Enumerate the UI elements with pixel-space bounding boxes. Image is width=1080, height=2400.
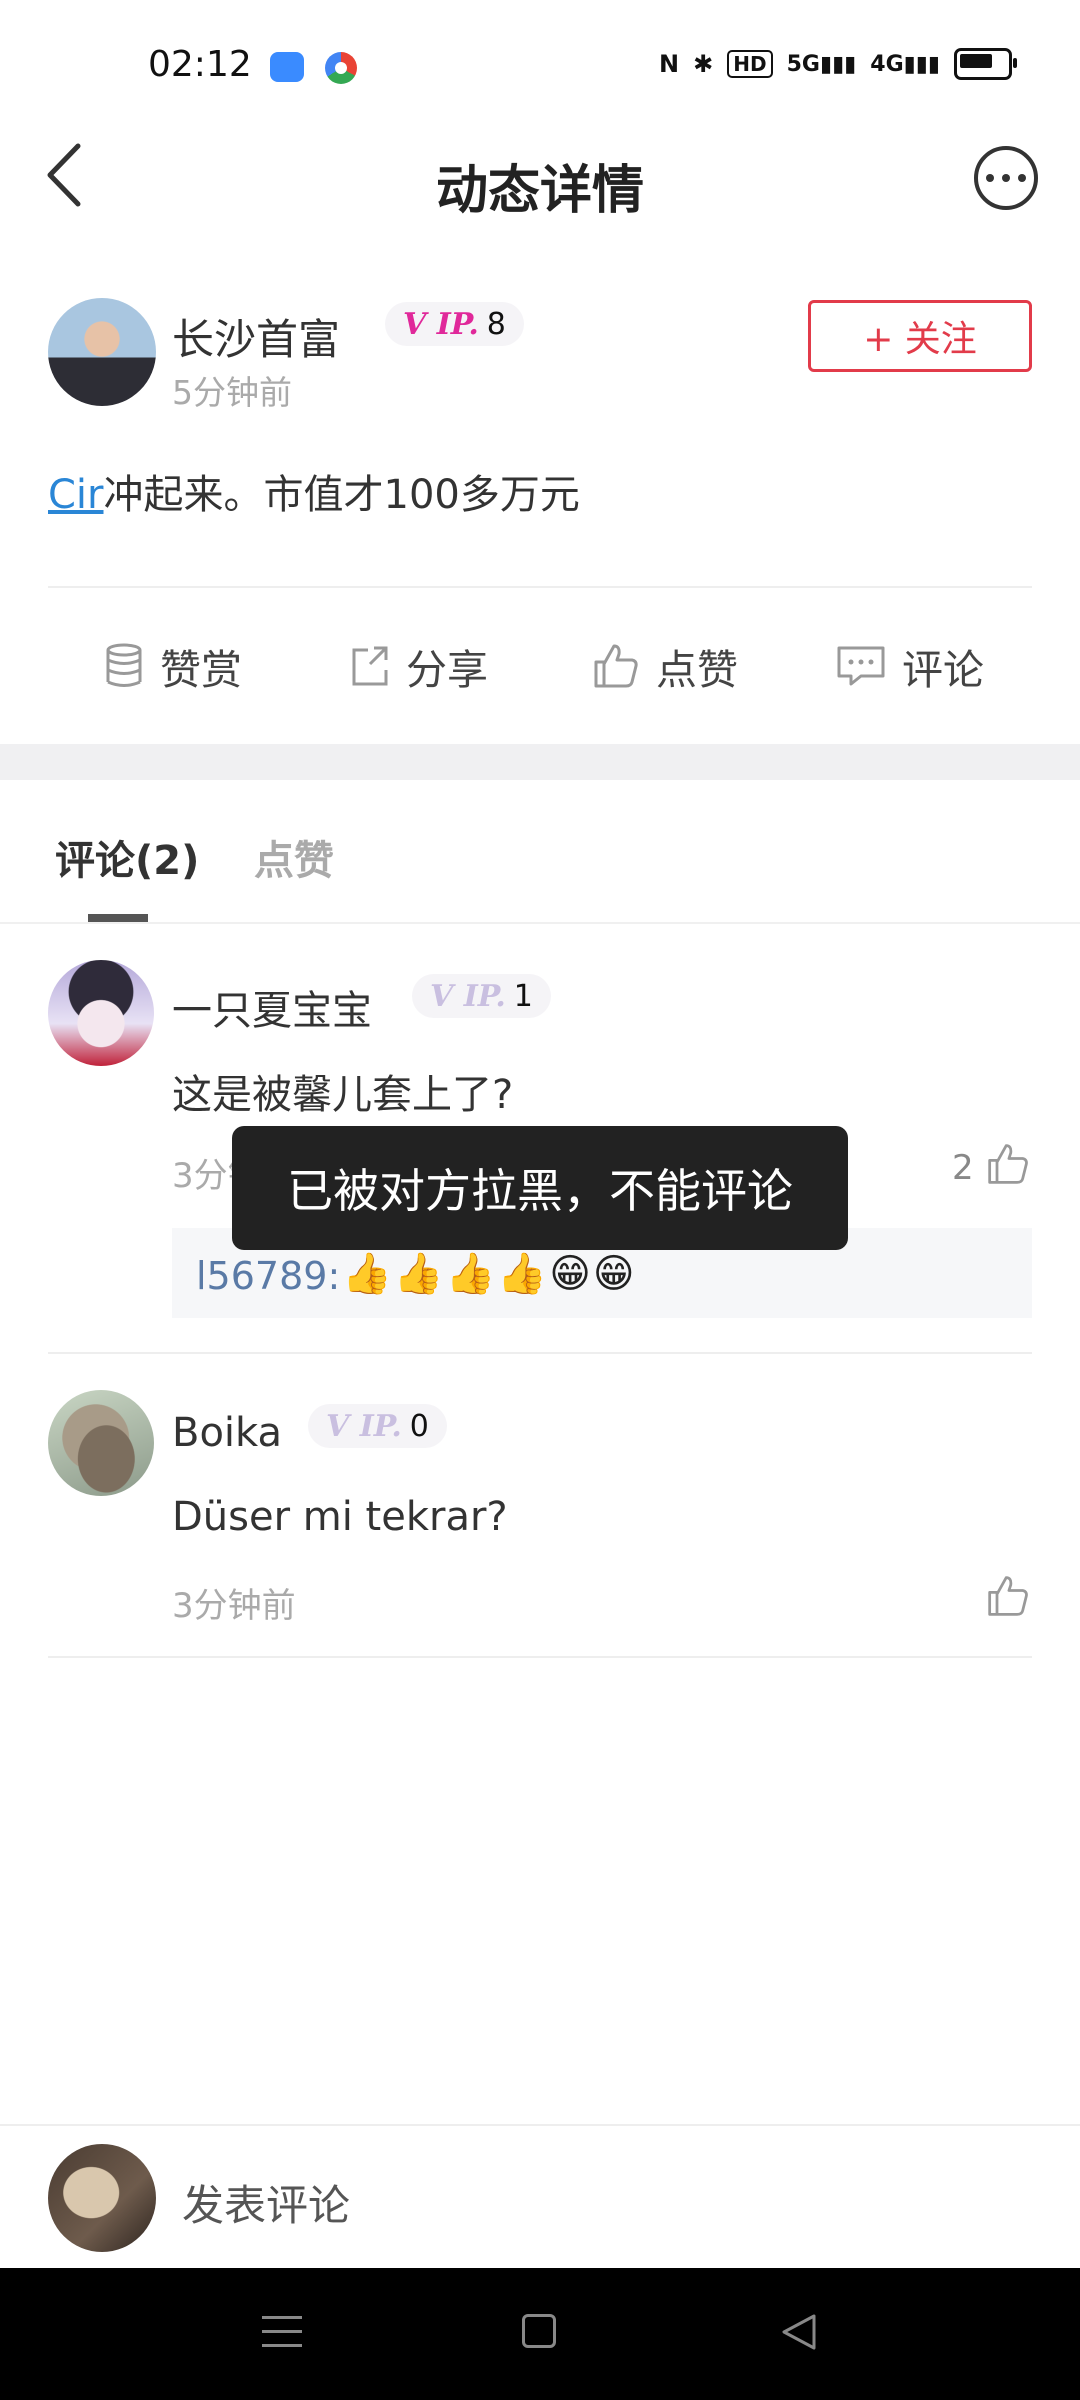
page-title: 动态详情 — [435, 161, 644, 221]
divider — [48, 1352, 1032, 1354]
action-label: 赞赏 — [160, 646, 242, 694]
section-separator — [0, 744, 1080, 780]
reply-text: 👍👍👍👍😁😁 — [342, 1251, 637, 1297]
comment-text: 这是被馨儿套上了? — [172, 1072, 514, 1118]
triangle-back-icon — [782, 2314, 816, 2350]
bottom-divider — [0, 2124, 1080, 2126]
tab-divider — [0, 922, 1080, 924]
comment-like-button[interactable] — [986, 1142, 1030, 1186]
post-content: Cir冲起来。市值才100多万元 — [48, 462, 580, 520]
more-button[interactable] — [974, 146, 1038, 210]
signal-4g-icon: 4G▮▮▮ — [870, 51, 940, 77]
commenter-avatar[interactable] — [48, 1390, 154, 1496]
vip-level: 1 — [513, 978, 533, 1014]
tab-indicator — [88, 914, 148, 922]
status-time: 02:12 — [148, 44, 252, 85]
thumbs-up-icon — [988, 1144, 1028, 1184]
reply-username[interactable]: l56789: — [196, 1254, 340, 1298]
divider — [48, 586, 1032, 588]
more-dots-icon — [986, 174, 994, 182]
app-notification-icon — [270, 52, 304, 82]
battery-icon — [954, 48, 1017, 80]
author-name[interactable]: 长沙首富 — [172, 306, 340, 367]
vip-icon: V IP. — [430, 978, 506, 1014]
comment-button[interactable]: 评论 — [834, 636, 984, 696]
vip-icon: V IP. — [326, 1408, 402, 1444]
author-avatar[interactable] — [48, 298, 156, 406]
nfc-icon: N — [659, 50, 680, 78]
vip-level: 8 — [486, 306, 506, 342]
comment-icon — [837, 646, 885, 686]
like-button[interactable]: 点赞 — [590, 636, 738, 696]
comment-like-button[interactable] — [986, 1574, 1030, 1618]
comment-time: 3分钟前 — [172, 1586, 296, 1626]
commenter-vip-badge: V IP. 0 — [308, 1404, 447, 1448]
commenter-name[interactable]: Boika — [172, 1410, 282, 1456]
thumbs-up-icon — [594, 644, 638, 688]
comment-text: Düser mi tekrar? — [172, 1494, 508, 1540]
post-text: 冲起来。市值才100多万元 — [103, 472, 580, 518]
hd-icon: HD — [727, 50, 773, 78]
home-button[interactable] — [522, 2314, 556, 2348]
recent-apps-button[interactable] — [262, 2316, 302, 2358]
bluetooth-icon: ✱ — [693, 50, 714, 78]
my-avatar — [48, 2144, 156, 2252]
toast-message: 已被对方拉黑，不能评论 — [232, 1126, 848, 1250]
reward-button[interactable]: 赞赏 — [102, 636, 242, 696]
stock-link[interactable]: Cir — [48, 472, 104, 518]
signal-5g-icon: 5G▮▮▮ — [786, 51, 857, 77]
status-icons: N ✱ HD 5G▮▮▮ 4G▮▮▮ — [659, 48, 1017, 80]
vip-level: 0 — [409, 1408, 429, 1444]
vip-icon: V IP. — [403, 306, 479, 342]
divider — [48, 1656, 1032, 1658]
share-button[interactable]: 分享 — [348, 636, 488, 696]
author-vip-badge: V IP. 8 — [385, 302, 524, 346]
chrome-notification-icon — [325, 52, 357, 84]
system-back-button[interactable] — [778, 2312, 820, 2352]
thumbs-up-icon — [988, 1576, 1028, 1616]
share-icon — [352, 646, 388, 686]
commenter-name[interactable]: 一只夏宝宝 — [172, 978, 372, 1036]
commenter-avatar[interactable] — [48, 960, 154, 1066]
comment-like-count: 2 — [952, 1148, 974, 1188]
commenter-vip-badge: V IP. 1 — [412, 974, 551, 1018]
tab-likes[interactable]: 点赞 — [254, 828, 334, 886]
action-label: 分享 — [406, 646, 488, 694]
coins-icon — [106, 643, 142, 687]
menu-icon — [262, 2316, 302, 2319]
follow-button[interactable]: + 关注 — [808, 300, 1032, 372]
action-label: 点赞 — [656, 646, 738, 694]
comment-input[interactable]: 发表评论 — [182, 2172, 350, 2233]
post-time: 5分钟前 — [172, 373, 292, 412]
tab-comments[interactable]: 评论(2) — [55, 828, 199, 886]
action-label: 评论 — [902, 646, 984, 694]
